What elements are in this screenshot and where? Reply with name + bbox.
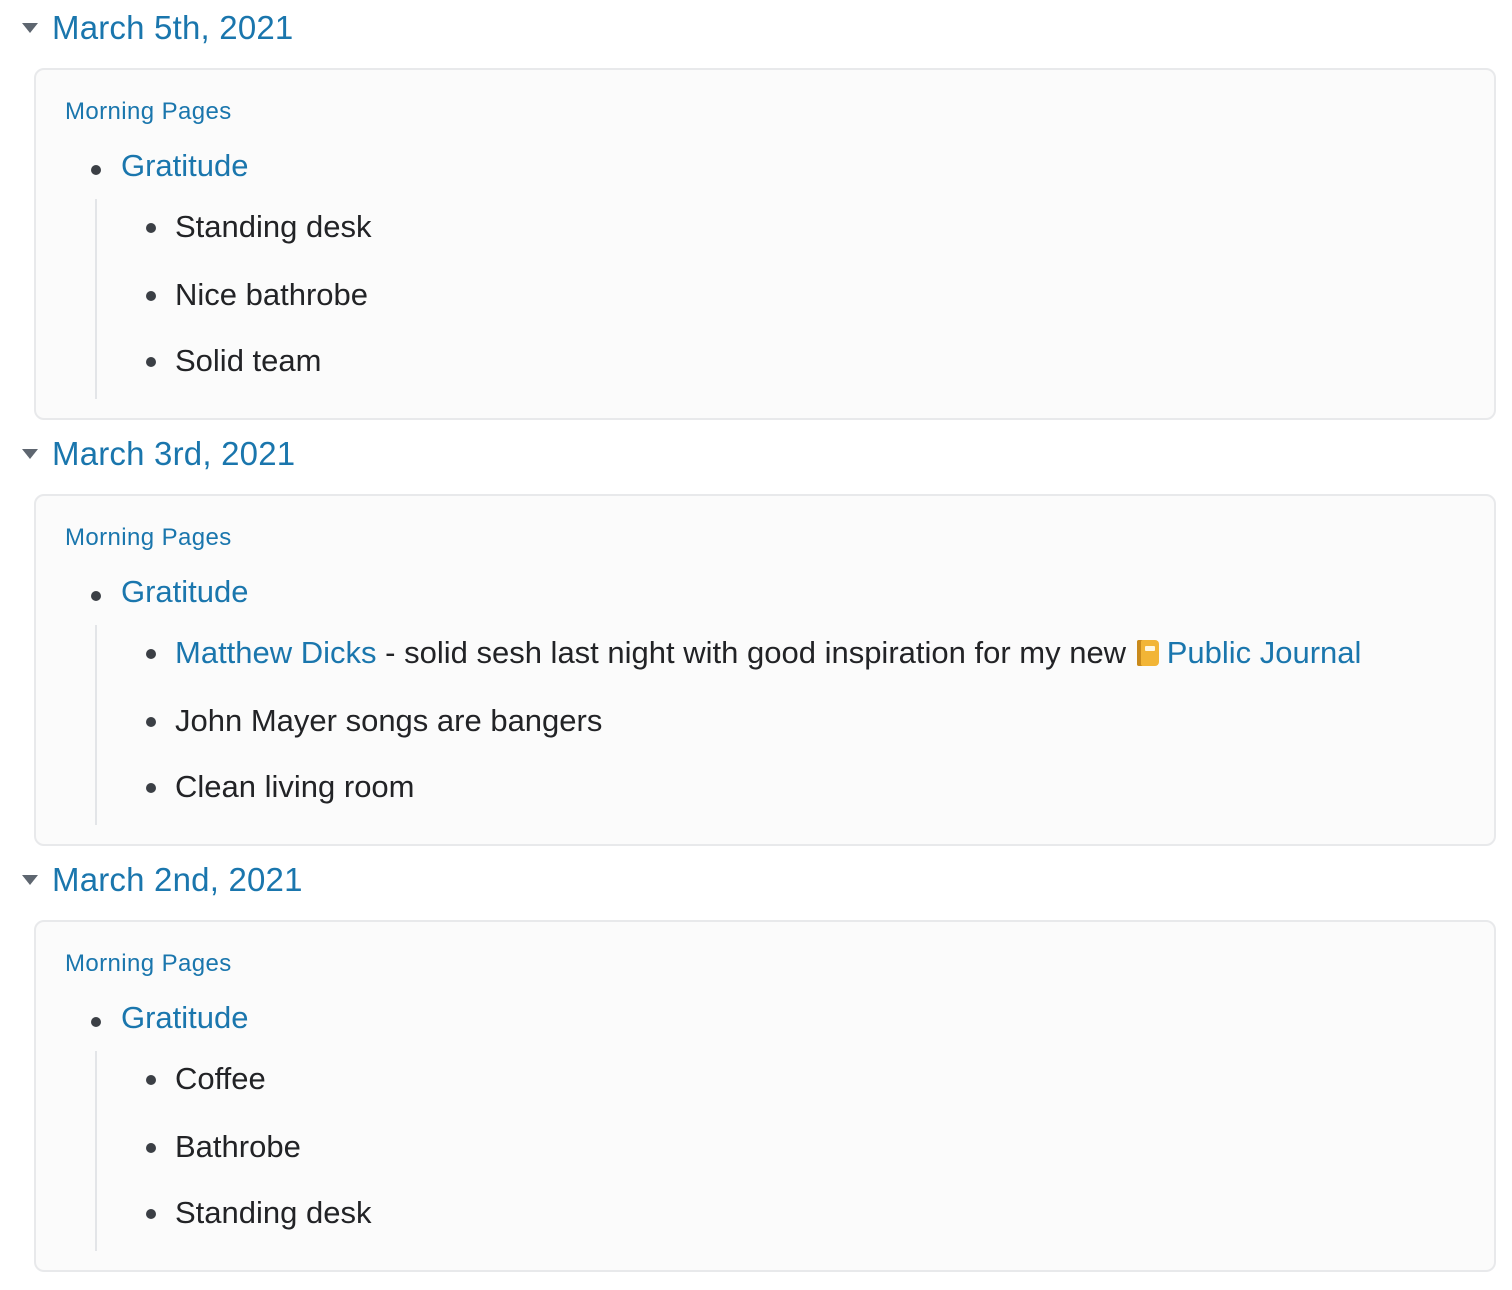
indent-thread: [95, 625, 97, 825]
list-item-body: - solid sesh last night with good inspir…: [376, 635, 1135, 670]
page-reference[interactable]: Morning Pages: [65, 950, 232, 978]
bullet-icon[interactable]: [91, 1017, 101, 1027]
date-title[interactable]: March 5th, 2021: [52, 9, 293, 47]
page-reference[interactable]: Morning Pages: [65, 98, 232, 126]
list-item-text[interactable]: Bathrobe: [175, 1129, 301, 1165]
date-title[interactable]: March 3rd, 2021: [52, 435, 295, 473]
entry-card: Morning Pages Gratitude Standing desk Ni…: [34, 68, 1496, 420]
parent-block-link[interactable]: Gratitude: [121, 1000, 249, 1036]
bullet-icon[interactable]: [146, 783, 156, 793]
bullet-icon[interactable]: [146, 223, 156, 233]
list-item-text[interactable]: Solid team: [175, 343, 321, 379]
entry-card: Morning Pages Gratitude Matthew Dicks - …: [34, 494, 1496, 846]
list-item-text[interactable]: Nice bathrobe: [175, 277, 368, 313]
list-item-text[interactable]: Coffee: [175, 1061, 266, 1097]
bullet-icon[interactable]: [91, 165, 101, 175]
list-item-text[interactable]: Standing desk: [175, 1195, 371, 1231]
bullet-icon[interactable]: [146, 1209, 156, 1219]
indent-thread: [95, 199, 97, 399]
bullet-icon[interactable]: [91, 591, 101, 601]
list-item-text[interactable]: John Mayer songs are bangers: [175, 703, 602, 739]
collapse-caret-icon[interactable]: [22, 23, 38, 33]
list-item-text[interactable]: Standing desk: [175, 209, 371, 245]
bullet-icon[interactable]: [146, 717, 156, 727]
bullet-icon[interactable]: [146, 1143, 156, 1153]
list-item-text[interactable]: Clean living room: [175, 769, 415, 805]
date-title[interactable]: March 2nd, 2021: [52, 861, 303, 899]
parent-block-link[interactable]: Gratitude: [121, 148, 249, 184]
person-link[interactable]: Matthew Dicks: [175, 635, 377, 670]
collapse-caret-icon[interactable]: [22, 875, 38, 885]
bullet-icon[interactable]: [146, 1075, 156, 1085]
journal-icon: [1136, 640, 1159, 666]
indent-thread: [95, 1051, 97, 1251]
bullet-icon[interactable]: [146, 357, 156, 367]
entry-card: Morning Pages Gratitude Coffee Bathrobe …: [34, 920, 1496, 1272]
bullet-icon[interactable]: [146, 649, 156, 659]
parent-block-link[interactable]: Gratitude: [121, 574, 249, 610]
page-link[interactable]: Public Journal: [1167, 635, 1362, 670]
date-header: March 2nd, 2021: [18, 852, 303, 908]
page-reference[interactable]: Morning Pages: [65, 524, 232, 552]
list-item-text[interactable]: Matthew Dicks - solid sesh last night wi…: [175, 635, 1361, 671]
bullet-icon[interactable]: [146, 291, 156, 301]
date-header: March 3rd, 2021: [18, 426, 295, 482]
date-header: March 5th, 2021: [18, 0, 293, 56]
collapse-caret-icon[interactable]: [22, 449, 38, 459]
